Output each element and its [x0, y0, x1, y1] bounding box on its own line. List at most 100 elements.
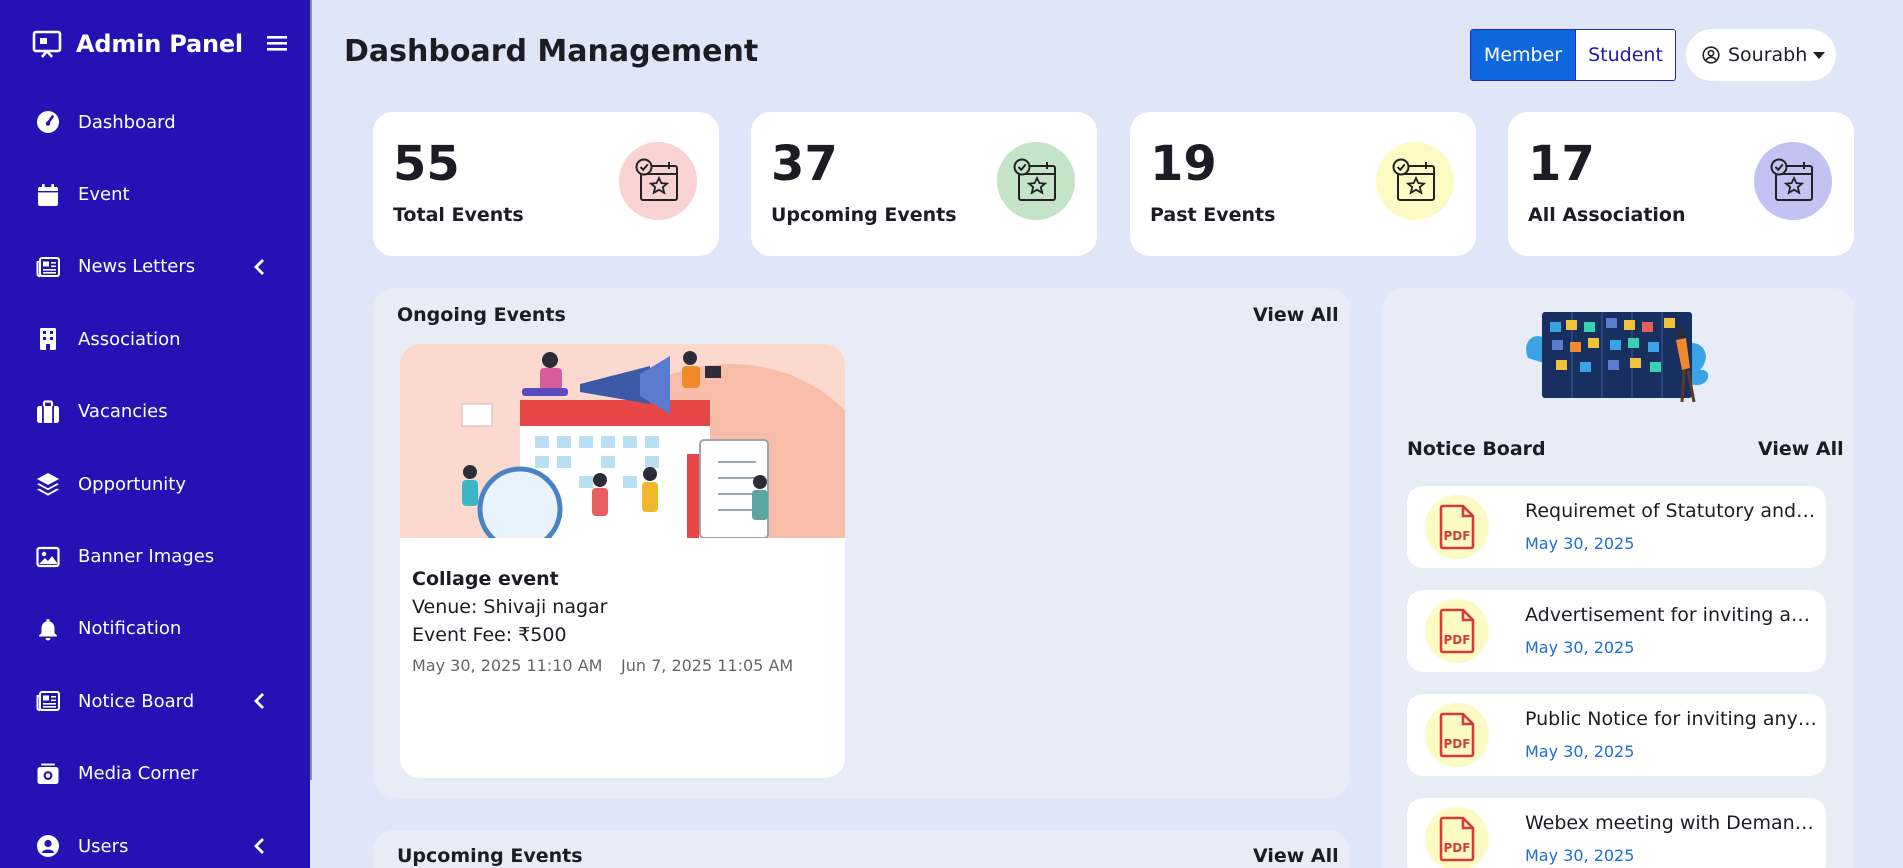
sidebar-item-label: Opportunity — [78, 473, 187, 495]
notice-title: Webex meeting with Demand Notice — [1525, 812, 1817, 834]
presentation-board-icon — [32, 30, 62, 58]
stat-value: 19 — [1150, 136, 1217, 192]
building-icon — [36, 327, 60, 351]
event-end-datetime: Jun 7, 2025 11:05 AM — [621, 656, 794, 675]
stat-card-upcoming-events[interactable]: 37 Upcoming Events — [751, 112, 1097, 256]
stat-value: 55 — [393, 136, 460, 192]
sidebar-item-notice-board[interactable]: Notice Board — [0, 665, 310, 737]
chevron-left-icon — [254, 693, 264, 710]
event-calendar-icon — [997, 142, 1075, 220]
pdf-file-icon: PDF — [1425, 495, 1489, 559]
event-title: Collage event — [412, 568, 559, 590]
notice-date: May 30, 2025 — [1525, 846, 1635, 865]
event-card[interactable]: Collage event Venue: Shivaji nagar Event… — [400, 344, 845, 778]
pdf-file-icon: PDF — [1425, 807, 1489, 868]
notice-date: May 30, 2025 — [1525, 638, 1635, 657]
stat-value: 17 — [1528, 136, 1595, 192]
sidebar-item-label: Notice Board — [78, 690, 195, 712]
sidebar-item-dashboard[interactable]: Dashboard — [0, 86, 310, 158]
user-circle-icon — [36, 834, 60, 858]
member-student-toggle: Member Student — [1470, 29, 1676, 81]
caret-down-icon — [1813, 51, 1826, 59]
notice-title: Public Notice for inviting any comments — [1525, 708, 1817, 730]
pdf-file-icon: PDF — [1425, 599, 1489, 663]
sidebar-item-event[interactable]: Event — [0, 158, 310, 230]
upcoming-view-all-link[interactable]: View All — [1253, 845, 1339, 867]
svg-text:PDF: PDF — [1444, 633, 1471, 647]
notice-view-all-link[interactable]: View All — [1758, 438, 1844, 460]
event-illustration — [400, 344, 845, 538]
sidebar-item-label: Event — [78, 184, 130, 206]
sidebar-item-label: Vacancies — [78, 401, 168, 423]
app-title: Admin Panel — [76, 30, 243, 58]
brand[interactable]: Admin Panel — [32, 24, 243, 64]
svg-text:PDF: PDF — [1444, 529, 1471, 543]
hamburger-menu-icon[interactable] — [266, 32, 288, 54]
pdf-file-icon: PDF — [1425, 703, 1489, 767]
stat-value: 37 — [771, 136, 838, 192]
briefcase-icon — [36, 400, 60, 424]
sidebar-item-banner-images[interactable]: Banner Images — [0, 520, 310, 592]
notice-item[interactable]: PDF Advertisement for inviting applicati… — [1407, 590, 1826, 672]
calendar-icon — [36, 183, 60, 207]
sidebar-nav: Dashboard Event News Letters Association — [0, 86, 310, 868]
ongoing-events-heading: Ongoing Events — [397, 304, 566, 326]
layers-icon — [36, 472, 60, 496]
chevron-left-icon — [254, 258, 264, 275]
stat-label: All Association — [1528, 204, 1686, 226]
sidebar-item-opportunity[interactable]: Opportunity — [0, 448, 310, 520]
notice-board-illustration — [1526, 312, 1709, 403]
sidebar-item-label: Users — [78, 835, 129, 857]
notice-board-heading: Notice Board — [1407, 438, 1546, 460]
gauge-icon — [36, 110, 60, 134]
svg-text:PDF: PDF — [1444, 841, 1471, 855]
notice-date: May 30, 2025 — [1525, 742, 1635, 761]
event-venue: Venue: Shivaji nagar — [412, 596, 608, 618]
stat-card-past-events[interactable]: 19 Past Events — [1130, 112, 1476, 256]
notice-date: May 30, 2025 — [1525, 534, 1635, 553]
sidebar-divider — [310, 0, 312, 780]
sidebar-item-vacancies[interactable]: Vacancies — [0, 376, 310, 448]
sidebar-item-label: Dashboard — [78, 111, 176, 133]
event-calendar-icon — [1754, 142, 1832, 220]
student-toggle-button[interactable]: Student — [1575, 30, 1675, 80]
user-menu-button[interactable]: Sourabh — [1686, 29, 1836, 81]
page-title: Dashboard Management — [344, 34, 759, 69]
user-circle-icon — [1702, 46, 1720, 64]
notice-item[interactable]: PDF Public Notice for inviting any comme… — [1407, 694, 1826, 776]
stat-label: Upcoming Events — [771, 204, 957, 226]
sidebar-item-label: News Letters — [78, 256, 196, 278]
event-calendar-icon — [1376, 142, 1454, 220]
stat-label: Total Events — [393, 204, 524, 226]
image-icon — [36, 545, 60, 569]
sidebar-item-news-letters[interactable]: News Letters — [0, 231, 310, 303]
stat-card-total-events[interactable]: 55 Total Events — [373, 112, 719, 256]
member-toggle-button[interactable]: Member — [1471, 30, 1575, 80]
event-calendar-icon — [619, 142, 697, 220]
sidebar-item-media-corner[interactable]: Media Corner — [0, 738, 310, 810]
sidebar-item-label: Notification — [78, 618, 182, 640]
newspaper-icon — [36, 689, 60, 713]
bell-icon — [36, 617, 60, 641]
sidebar-item-notification[interactable]: Notification — [0, 593, 310, 665]
sidebar-item-label: Media Corner — [78, 763, 199, 785]
notice-title: Requiremet of Statutory and Internal Aud… — [1525, 500, 1817, 522]
ongoing-view-all-link[interactable]: View All — [1253, 304, 1339, 326]
notice-title: Advertisement for inviting applications — [1525, 604, 1817, 626]
camera-icon — [36, 762, 60, 786]
svg-text:PDF: PDF — [1444, 737, 1471, 751]
stat-card-all-association[interactable]: 17 All Association — [1508, 112, 1854, 256]
event-fee: Event Fee: ₹500 — [412, 624, 567, 646]
sidebar-item-label: Association — [78, 328, 181, 350]
sidebar-item-users[interactable]: Users — [0, 810, 310, 868]
event-start-datetime: May 30, 2025 11:10 AM — [412, 656, 603, 675]
stat-label: Past Events — [1150, 204, 1276, 226]
sidebar: Admin Panel Dashboard Event News Letters — [0, 0, 310, 868]
chevron-left-icon — [254, 837, 264, 854]
notice-item[interactable]: PDF Requiremet of Statutory and Internal… — [1407, 486, 1826, 568]
user-name: Sourabh — [1728, 44, 1808, 66]
sidebar-item-association[interactable]: Association — [0, 303, 310, 375]
notice-item[interactable]: PDF Webex meeting with Demand Notice May… — [1407, 798, 1826, 868]
upcoming-events-heading: Upcoming Events — [397, 845, 583, 867]
newspaper-icon — [36, 255, 60, 279]
